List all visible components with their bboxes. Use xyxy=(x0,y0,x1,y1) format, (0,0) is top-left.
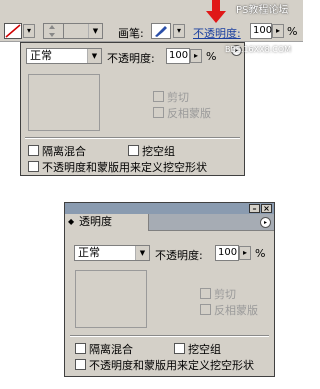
opacity-dropdown-button[interactable]: ▸ xyxy=(272,24,284,38)
opacity-percent: % xyxy=(206,50,217,63)
opacity-input[interactable]: 100 xyxy=(250,23,272,39)
opacity-slider-button[interactable]: ▸ xyxy=(190,49,202,63)
blend-mode-select[interactable]: 正常 ▼ xyxy=(26,48,102,64)
brush-preview[interactable] xyxy=(151,23,171,39)
invert-mask-label: 反相蒙版 xyxy=(214,304,258,317)
red-arrow-icon xyxy=(206,0,226,23)
mask-thumbnail xyxy=(28,74,100,131)
invert-mask-checkbox[interactable] xyxy=(153,107,164,118)
blend-mode-select[interactable]: 正常 ▼ xyxy=(74,245,150,261)
opacity-label: 不透明度: xyxy=(155,249,203,262)
stroke-dropdown-button[interactable]: ▾ xyxy=(23,24,35,38)
opacity-label: 不透明度: xyxy=(107,52,155,65)
define-knockout-checkbox[interactable] xyxy=(75,359,86,370)
options-bar: ▾ ▼ 画笔: ▾ 不透明度: 100 ▸ % PS教程论坛 xyxy=(0,0,303,42)
style-select[interactable]: ▼ xyxy=(63,23,103,39)
opacity-slider-button[interactable]: ▸ xyxy=(239,246,251,260)
define-knockout-label: 不透明度和蒙版用来定义挖空形状 xyxy=(42,161,207,174)
clip-checkbox[interactable] xyxy=(200,288,211,299)
stroke-swatch[interactable] xyxy=(4,23,22,39)
divider xyxy=(25,137,240,139)
chevron-down-icon: ▼ xyxy=(87,49,101,63)
chevron-down-icon: ▼ xyxy=(88,24,102,38)
isolate-blending-label: 隔离混合 xyxy=(89,343,133,356)
blend-mode-value: 正常 xyxy=(78,246,100,259)
isolate-blending-checkbox[interactable] xyxy=(28,145,39,156)
none-swatch-icon xyxy=(5,24,21,38)
transparency-palette: – × ◆ 透明度 ▸ 正常 ▼ 不透明度: 100 ▸ % 剪切 反相蒙版 隔… xyxy=(64,202,275,377)
watermark-text: PS教程论坛 xyxy=(236,5,289,16)
define-knockout-checkbox[interactable] xyxy=(28,161,39,172)
invert-mask-label: 反相蒙版 xyxy=(167,107,211,120)
knockout-group-label: 挖空组 xyxy=(142,145,175,158)
opacity-input[interactable]: 100 xyxy=(166,48,190,64)
clip-checkbox[interactable] xyxy=(153,91,164,102)
tab-transparency[interactable]: ◆ 透明度 xyxy=(65,214,149,231)
opacity-input[interactable]: 100 xyxy=(215,245,239,261)
brush-dropdown-button[interactable]: ▾ xyxy=(173,24,185,38)
clip-label: 剪切 xyxy=(214,288,236,301)
close-button[interactable]: × xyxy=(261,204,272,213)
knockout-group-checkbox[interactable] xyxy=(128,145,139,156)
opacity-label[interactable]: 不透明度: xyxy=(193,25,241,41)
minimize-button[interactable]: – xyxy=(249,204,260,213)
chevron-down-icon: ▼ xyxy=(135,246,149,260)
brush-icon xyxy=(155,26,167,37)
opacity-percent: % xyxy=(255,247,266,260)
clip-label: 剪切 xyxy=(167,91,189,104)
opacity-dropdown-panel: 正常 ▼ 不透明度: 100 ▸ % ▸ 剪切 反相蒙版 隔离混合 挖空组 不透… xyxy=(20,42,245,176)
brush-label: 画笔: xyxy=(118,27,144,40)
define-knockout-label: 不透明度和蒙版用来定义挖空形状 xyxy=(89,359,254,372)
tab-arrows-icon: ◆ xyxy=(68,217,75,226)
palette-tab-strip: ◆ 透明度 ▸ xyxy=(65,214,274,231)
opacity-percent: % xyxy=(287,25,298,38)
isolate-blending-checkbox[interactable] xyxy=(75,343,86,354)
knockout-group-checkbox[interactable] xyxy=(174,343,185,354)
invert-mask-checkbox[interactable] xyxy=(200,304,211,315)
blend-mode-value: 正常 xyxy=(30,49,52,62)
isolate-blending-label: 隔离混合 xyxy=(42,145,86,158)
palette-menu-button[interactable]: ▸ xyxy=(260,217,271,228)
mask-thumbnail xyxy=(75,270,147,328)
stepper-icon xyxy=(49,25,55,37)
palette-title-bar[interactable]: – × xyxy=(65,203,274,214)
tab-label: 透明度 xyxy=(79,215,112,228)
watermark-url: BBS.16XX8.COM xyxy=(225,45,292,54)
knockout-group-label: 挖空组 xyxy=(188,343,221,356)
divider xyxy=(70,335,269,337)
